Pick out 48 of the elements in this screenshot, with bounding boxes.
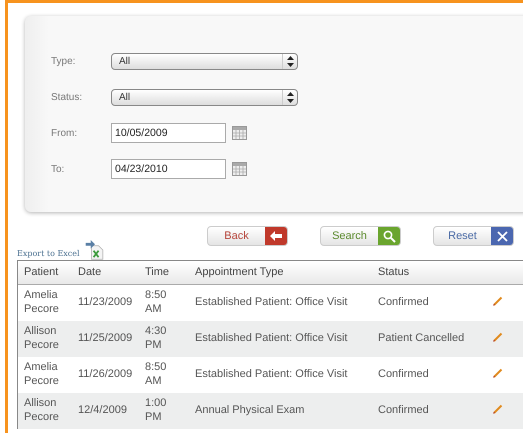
column-header: Status — [378, 265, 410, 280]
table-cell-text: 11/23/2009 — [77, 296, 134, 310]
table-cell-text: Established Patient: Office Visit — [195, 332, 348, 346]
table-cell-text: Established Patient: Office Visit — [195, 368, 348, 382]
reset-button[interactable]: Reset — [433, 226, 514, 246]
table-cell-text: Established Patient: Office Visit — [195, 296, 348, 310]
up-down-arrows-icon — [286, 92, 294, 102]
pencil-icon[interactable] — [493, 296, 503, 306]
field-label: Status: — [51, 90, 84, 104]
pencil-icon[interactable] — [493, 368, 503, 378]
export-link[interactable]: Export to Excel — [17, 250, 80, 260]
table-cell-text: Allison Pecore — [23, 397, 60, 425]
table-cell-text: Patient Cancelled — [378, 332, 466, 346]
table-cell-text: Confirmed — [378, 404, 430, 418]
table-cell-text: 11/25/2009 — [77, 332, 134, 346]
table-cell-text: Amelia Pecore — [23, 289, 60, 317]
table-cell-text: Amelia Pecore — [23, 361, 60, 389]
column-header: Date — [77, 265, 102, 280]
calendar-icon[interactable] — [232, 126, 247, 140]
search-icon — [382, 230, 396, 242]
table-cell-text: 11/26/2009 — [77, 368, 134, 382]
search-button[interactable]: Search — [320, 226, 401, 246]
column-header: Time — [145, 265, 170, 280]
table-cell-text: Allison Pecore — [23, 325, 60, 353]
column-header: Appointment Type — [195, 265, 284, 280]
close-icon — [496, 230, 508, 242]
dropdown[interactable]: All — [111, 88, 298, 106]
pencil-icon[interactable] — [493, 332, 503, 342]
table-cell-text: 8:50 AM — [145, 361, 168, 389]
table-cell-text: 8:50 AM — [145, 289, 168, 317]
date-field[interactable]: 04/23/2010 — [111, 159, 226, 179]
column-header: Patient — [23, 265, 60, 280]
table-cell-text: 12/4/2009 — [77, 404, 128, 418]
date-field[interactable]: 10/05/2009 — [111, 123, 226, 143]
table-cell-text: 4:30 PM — [145, 325, 168, 353]
table-cell-text: Confirmed — [378, 296, 430, 310]
arrow-left-icon — [270, 231, 282, 241]
pencil-icon[interactable] — [493, 404, 503, 414]
up-down-arrows-icon — [286, 56, 294, 66]
field-label: Type: — [51, 54, 76, 68]
table-cell-text: Confirmed — [378, 368, 430, 382]
back-button[interactable]: Back — [207, 226, 288, 246]
dropdown[interactable]: All — [111, 52, 298, 70]
table-cell-text: 1:00 PM — [145, 397, 168, 425]
calendar-icon[interactable] — [232, 162, 247, 176]
field-label: From: — [51, 126, 78, 140]
table-cell-text: Annual Physical Exam — [195, 404, 306, 418]
field-label: To: — [51, 162, 66, 176]
